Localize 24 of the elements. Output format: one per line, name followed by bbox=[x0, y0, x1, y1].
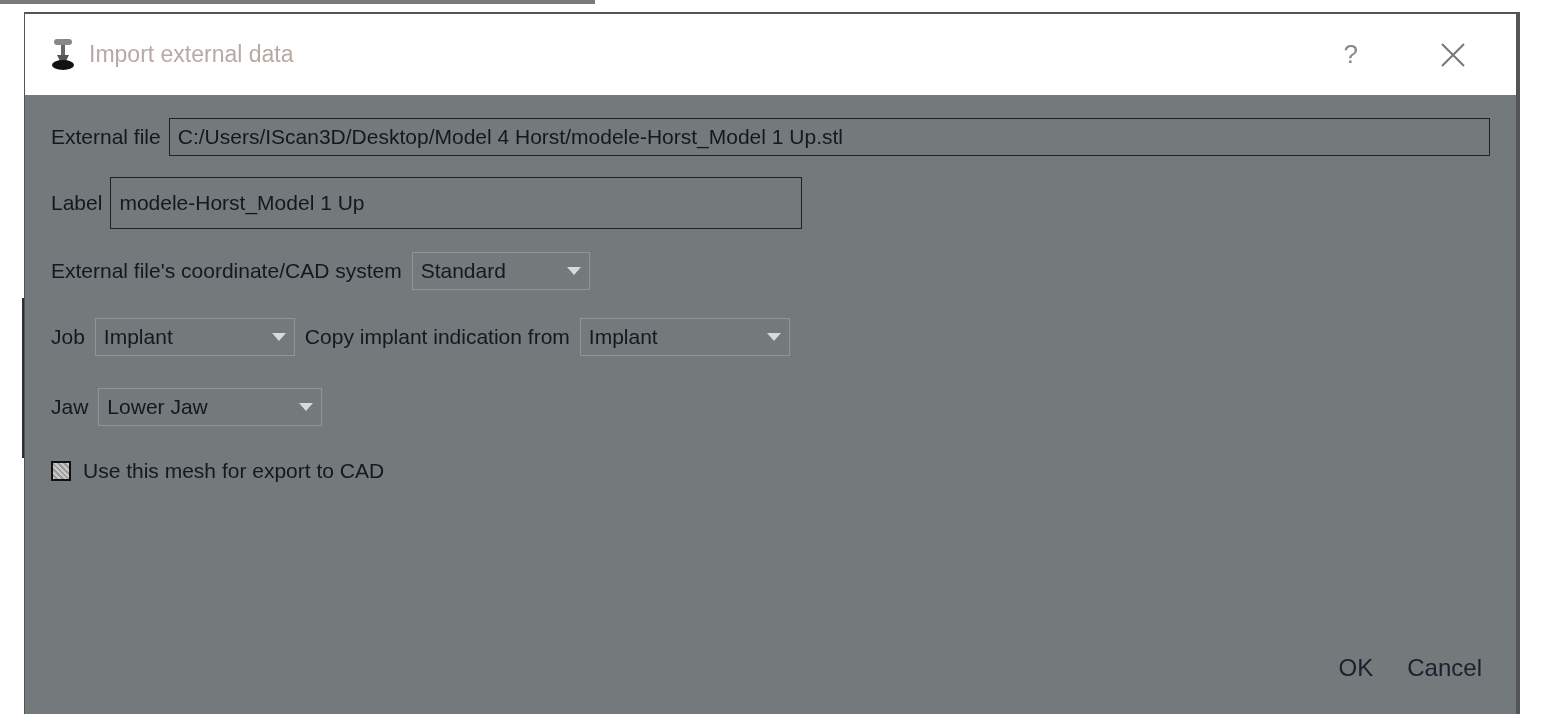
cancel-button[interactable]: Cancel bbox=[1403, 650, 1486, 686]
checkbox[interactable] bbox=[51, 461, 71, 481]
label-field[interactable]: modele-Horst_Model 1 Up bbox=[110, 177, 803, 229]
app-icon bbox=[51, 36, 75, 73]
window-title: Import external data bbox=[89, 40, 294, 70]
file-path-field[interactable]: C:/Users/IScan3D/Desktop/Model 4 Horst/modele-Horst_Model 1 Up.stl bbox=[168, 118, 1490, 156]
checkbox-label: Use this mesh for export to CAD bbox=[83, 458, 385, 485]
field-label: Label bbox=[51, 190, 103, 217]
dropdown[interactable]: Implant bbox=[579, 318, 790, 356]
help-button[interactable]: ? bbox=[1335, 35, 1366, 74]
ok-button[interactable]: OK bbox=[1334, 650, 1378, 686]
dropdown-arrow-icon bbox=[271, 333, 286, 341]
dropdown-arrow-icon bbox=[766, 333, 781, 341]
field-label: External file's coordinate/CAD system bbox=[51, 258, 402, 285]
dropdown[interactable]: Standard bbox=[411, 252, 590, 290]
dropdown[interactable]: Implant bbox=[94, 318, 295, 356]
dropdown[interactable]: Lower Jaw bbox=[98, 388, 323, 426]
close-icon bbox=[1440, 41, 1466, 68]
field-label: Copy implant indication from bbox=[304, 324, 570, 351]
dropdown-arrow-icon bbox=[299, 403, 314, 411]
field-label: External file bbox=[51, 124, 161, 151]
dropdown-arrow-icon bbox=[566, 267, 581, 275]
field-label: Job bbox=[51, 324, 85, 351]
field-label: Jaw bbox=[51, 394, 89, 421]
